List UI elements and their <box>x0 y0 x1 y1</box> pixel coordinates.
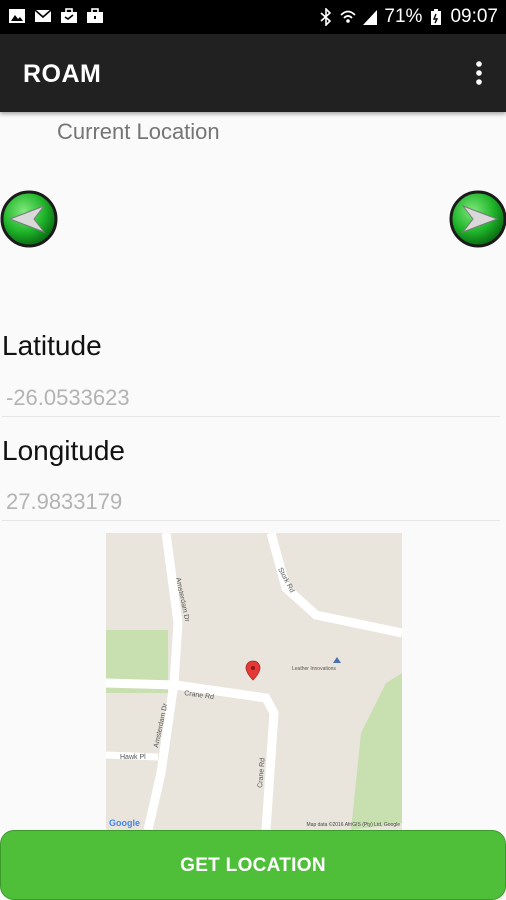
map-credit: Map data ©2016 AfriGIS (Pty) Ltd, Google <box>306 822 400 828</box>
battery-icon <box>431 9 442 25</box>
longitude-field[interactable]: 27.9833179 <box>6 488 122 516</box>
battery-percent: 71% <box>384 6 423 27</box>
map-canvas: Amsterdam Dr Crane Rd Crane Rd Stork Rd … <box>106 533 402 830</box>
google-logo: Google <box>109 818 140 828</box>
get-location-button[interactable]: GET LOCATION <box>0 830 506 900</box>
status-bar: 71% 09:07 <box>0 0 506 34</box>
arrow-right-icon[interactable] <box>449 190 506 248</box>
email-icon <box>34 9 52 22</box>
latitude-label: Latitude <box>2 330 102 361</box>
briefcase-icon <box>61 8 77 23</box>
longitude-underline <box>2 520 500 521</box>
screen: 71% 09:07 ROAM Current Location Latitude… <box>0 0 506 900</box>
app-bar: ROAM <box>0 34 506 112</box>
bluetooth-icon <box>320 8 332 26</box>
system-icons: 71% 09:07 <box>318 5 498 29</box>
section-title: Current Location <box>57 119 220 144</box>
briefcase-icon <box>87 8 103 23</box>
longitude-label: Longitude <box>2 435 126 466</box>
signal-icon <box>363 10 378 25</box>
street-label: Hawk Pl <box>120 754 146 761</box>
arrow-left-icon[interactable] <box>0 190 58 248</box>
image-icon <box>9 9 25 23</box>
map-view[interactable]: Amsterdam Dr Crane Rd Crane Rd Stork Rd … <box>106 533 402 830</box>
notification-icons <box>8 7 104 25</box>
clock: 09:07 <box>450 6 498 27</box>
latitude-field[interactable]: -26.0533623 <box>6 384 130 412</box>
app-title: ROAM <box>23 60 102 88</box>
more-vert-icon[interactable] <box>468 58 490 88</box>
poi-label: Leather Innovations <box>292 666 336 672</box>
wifi-icon <box>340 10 357 23</box>
latitude-underline <box>2 416 500 417</box>
